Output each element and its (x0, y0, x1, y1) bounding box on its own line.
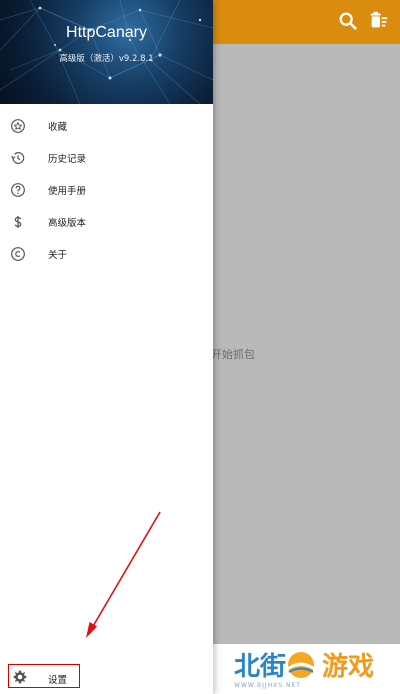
menu-item-premium[interactable]: 高级版本 (0, 206, 213, 238)
menu-item-manual[interactable]: 使用手册 (0, 174, 213, 206)
app-version: 高级版（激活）v9.2.8.1 (59, 54, 154, 64)
menu-item-about[interactable]: 关于 (0, 238, 213, 270)
search-icon[interactable] (337, 10, 359, 32)
watermark-left-text: 北街 (234, 652, 287, 682)
copyright-icon (11, 247, 25, 261)
watermark-logo: 北街 游戏 WWW.BJJHXS.NET (230, 646, 390, 690)
app-title: HttpCanary (66, 24, 147, 41)
dollar-icon (14, 216, 22, 228)
highlight-box (8, 664, 80, 688)
star-circle-icon (11, 119, 25, 133)
drawer-menu: 收藏 历史记录 使用手册 高级版本 关于 (0, 110, 213, 270)
menu-item-label: 收藏 (48, 122, 68, 133)
menu-item-label: 历史记录 (48, 154, 87, 165)
menu-item-label: 关于 (48, 250, 68, 261)
menu-item-label: 使用手册 (48, 186, 87, 197)
menu-item-label: 高级版本 (48, 218, 87, 229)
help-circle-icon (11, 183, 25, 197)
clear-list-icon[interactable] (368, 10, 390, 32)
watermark-url: WWW.BJJHXS.NET (234, 682, 301, 689)
menu-item-favorites[interactable]: 收藏 (0, 110, 213, 142)
drawer-header: HttpCanary 高级版（激活）v9.2.8.1 (0, 0, 213, 104)
menu-item-history[interactable]: 历史记录 (0, 142, 213, 174)
sun-logo-icon (288, 652, 314, 678)
history-icon (11, 152, 25, 164)
navigation-drawer: HttpCanary 高级版（激活）v9.2.8.1 收藏 历史记录 使用手册 … (0, 0, 213, 694)
watermark-right-text: 游戏 (322, 652, 375, 682)
